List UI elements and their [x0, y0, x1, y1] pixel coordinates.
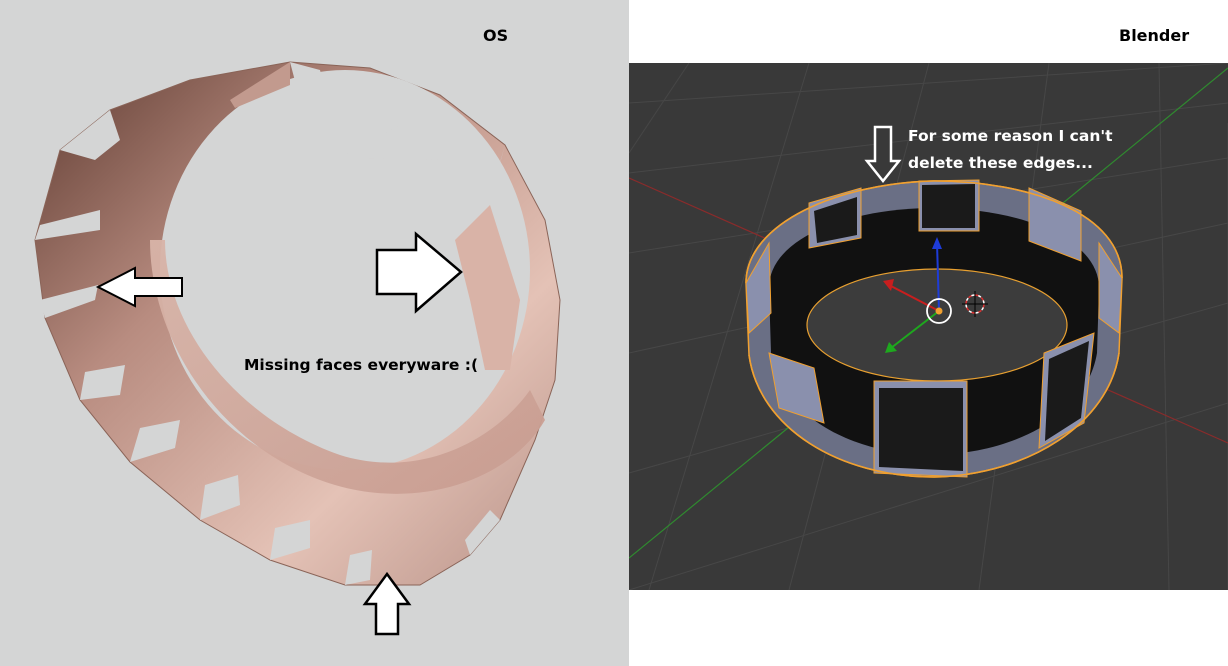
missing-faces-note: Missing faces everyware :(: [244, 356, 479, 374]
inner-edge-loop: [806, 268, 1068, 382]
blender-title: Blender: [1119, 26, 1190, 45]
os-ring-model: [34, 61, 561, 636]
blender-3d-viewport[interactable]: For some reason I can't delete these edg…: [629, 63, 1228, 590]
blender-panel: Blender For some reason I can't delete t…: [629, 0, 1228, 666]
arrow-down-icon: [864, 125, 902, 184]
delete-edges-note: For some reason I can't delete these edg…: [908, 127, 1113, 172]
os-render-panel: OS Missing faces everyware :(: [0, 0, 629, 666]
os-title: OS: [483, 26, 509, 45]
